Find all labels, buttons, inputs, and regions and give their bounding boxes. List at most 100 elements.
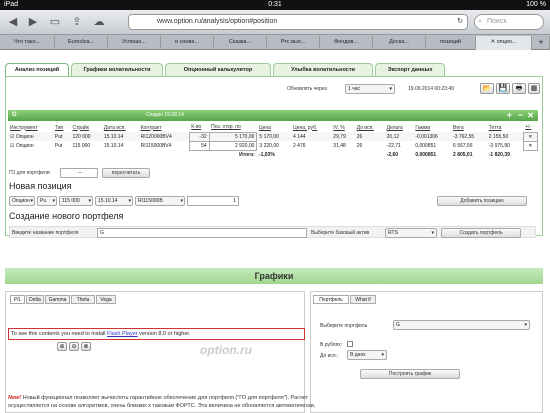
- minimize-icon[interactable]: −: [518, 110, 523, 121]
- new-portfolio-title: Создание нового портфеля: [9, 211, 124, 221]
- browser-tab[interactable]: Euroclea...: [55, 36, 108, 50]
- qty-input[interactable]: -32: [188, 131, 210, 142]
- portfolio-select[interactable]: G ▾: [393, 320, 530, 330]
- go-value: --: [60, 168, 98, 178]
- asset-select[interactable]: RTS ▾: [385, 228, 437, 238]
- zoom-reset-icon[interactable]: ⊗: [81, 342, 91, 351]
- browser-tab[interactable]: Что тако...: [0, 36, 55, 50]
- tab-portfolio[interactable]: Портфель: [313, 295, 349, 304]
- until-label: До исп.:: [320, 353, 339, 359]
- recalculate-button[interactable]: пересчитать: [102, 168, 150, 178]
- browser-tab[interactable]: Сказка...: [214, 36, 267, 50]
- flash-player-link[interactable]: Flash Player: [107, 331, 138, 337]
- tab-title: опцио...: [496, 39, 517, 45]
- tab-theta[interactable]: Theta: [71, 295, 95, 304]
- table-row: ☑ Опцион Put 120 000 15.10.14 RI120000BV…: [8, 131, 539, 142]
- tab-what-if[interactable]: What if: [350, 295, 376, 304]
- search-input[interactable]: ⌕ Поиск: [474, 14, 544, 30]
- contract-select[interactable]: RI115000B ▾: [135, 196, 185, 206]
- browser-tab[interactable]: Фондов...: [320, 36, 373, 50]
- refresh-select[interactable]: 1 час ▾: [345, 84, 395, 94]
- browser-tab-active[interactable]: ✕ опцио...: [476, 36, 532, 50]
- tab-volatility-charts[interactable]: Графики волатильности: [71, 63, 163, 76]
- back-icon[interactable]: ◀: [6, 15, 20, 29]
- totals-row: Итого: -1,03% -2,60 0,000851 2 805,01 -1…: [8, 150, 538, 159]
- tab-analysis[interactable]: Анализ позиций: [5, 63, 69, 76]
- open-icon[interactable]: 📂: [480, 83, 494, 94]
- column-header[interactable]: IV, %: [331, 123, 354, 132]
- chevron-down-icon: ▾: [389, 86, 392, 92]
- bookmarks-icon[interactable]: ▭: [48, 15, 62, 29]
- browser-tab[interactable]: Ртс вых...: [267, 36, 320, 50]
- column-header[interactable]: Инструмент: [8, 123, 53, 132]
- add-position-button[interactable]: Добавить позицию: [437, 196, 527, 206]
- zoom-out-icon[interactable]: ⊖: [69, 342, 79, 351]
- column-header[interactable]: До исп.: [355, 123, 385, 132]
- forward-icon[interactable]: ▶: [26, 15, 40, 29]
- new-tab-icon[interactable]: +: [533, 36, 550, 50]
- url-text: www.option.ru/analysis/option#position: [157, 18, 278, 25]
- column-header[interactable]: Цена: [257, 123, 291, 132]
- delete-icon[interactable]: ✕: [522, 140, 539, 151]
- tab-option-calculator[interactable]: Опционный калькулятор: [165, 63, 271, 76]
- column-header[interactable]: К-во: [189, 123, 209, 132]
- share-icon[interactable]: ⇪: [70, 15, 84, 29]
- zoom-in-icon[interactable]: ⊕: [57, 342, 67, 351]
- refresh-label: Обновлять через: [287, 86, 327, 92]
- asset-label: Выберите базовый актив: [311, 230, 370, 236]
- cell: 4 144: [293, 133, 306, 140]
- qty-input[interactable]: 54: [188, 140, 210, 151]
- portfolio-name-input[interactable]: G: [97, 228, 307, 238]
- column-header[interactable]: Вега: [451, 123, 487, 132]
- build-chart-button[interactable]: Построить график: [360, 369, 460, 379]
- qty-input[interactable]: 1: [187, 196, 239, 206]
- browser-tab[interactable]: позиций: [426, 36, 476, 50]
- type-select[interactable]: Pu ▾: [37, 196, 57, 206]
- status-bar: iPad 0:31 100 %: [0, 0, 550, 10]
- column-header[interactable]: Контракт: [139, 123, 190, 132]
- save-icon[interactable]: 💾: [496, 83, 510, 94]
- create-portfolio-button[interactable]: Создать портфель: [441, 228, 521, 238]
- delete-icon[interactable]: ✕: [522, 131, 539, 142]
- grid-icon[interactable]: ▦: [528, 83, 540, 94]
- column-header[interactable]: Дельта: [385, 123, 414, 132]
- total-gamma: 0,000851: [415, 151, 437, 158]
- until-select[interactable]: В днях ▾: [347, 350, 387, 360]
- print-icon[interactable]: 🖶: [512, 83, 526, 94]
- strike-select[interactable]: 115 000 ▾: [59, 196, 93, 206]
- reload-icon[interactable]: ↻: [457, 15, 463, 29]
- close-icon[interactable]: ✕: [527, 110, 534, 121]
- column-header[interactable]: Тетта: [487, 123, 523, 132]
- checkbox-icon[interactable]: ☑: [10, 134, 14, 140]
- instrument-select[interactable]: Опцион ▾: [9, 196, 35, 206]
- tab-vega[interactable]: Vega: [96, 295, 116, 304]
- browser-tab[interactable]: Доска...: [373, 36, 426, 50]
- cell: 3 220,00: [259, 142, 279, 149]
- rub-checkbox[interactable]: [347, 341, 353, 347]
- cell: 120 000: [72, 133, 91, 140]
- tab-gamma[interactable]: Gamma: [45, 295, 70, 304]
- column-header[interactable]: Поз. откр. по: [209, 123, 257, 132]
- add-icon[interactable]: +: [507, 110, 512, 121]
- url-bar[interactable]: www.option.ru/analysis/option#position ↻: [128, 14, 468, 30]
- cloud-icon[interactable]: ☁: [92, 15, 106, 29]
- column-header[interactable]: Цена, руб.: [291, 123, 331, 132]
- cell: 26: [356, 133, 363, 140]
- column-header[interactable]: Тип: [53, 123, 71, 132]
- date-select[interactable]: 15.10.14 ▾: [95, 196, 133, 206]
- column-header[interactable]: Дата исп.: [102, 123, 139, 132]
- tab-pl[interactable]: P/L: [10, 295, 25, 304]
- tab-volatility-smile[interactable]: Улыбка волатильности: [273, 63, 373, 76]
- browser-tab[interactable]: и снова...: [161, 36, 214, 50]
- column-header[interactable]: Гамма: [413, 123, 451, 132]
- open-price-input[interactable]: 2 920,00: [208, 140, 258, 151]
- total-vega: 2 805,01: [453, 151, 473, 158]
- open-price-input[interactable]: 5 170,00: [208, 131, 258, 142]
- checkbox-icon[interactable]: ☑: [10, 143, 14, 149]
- footer-note: New! Новый функционал позволяет вычислят…: [8, 395, 316, 409]
- portfolio-header: G Создан 19.09.14 + − ✕: [8, 110, 538, 121]
- column-header[interactable]: Страйк: [70, 123, 101, 132]
- browser-tab[interactable]: Успешн...: [108, 36, 161, 50]
- tab-delta[interactable]: Delta: [26, 295, 44, 304]
- tab-export[interactable]: Экспорт данных: [375, 63, 445, 76]
